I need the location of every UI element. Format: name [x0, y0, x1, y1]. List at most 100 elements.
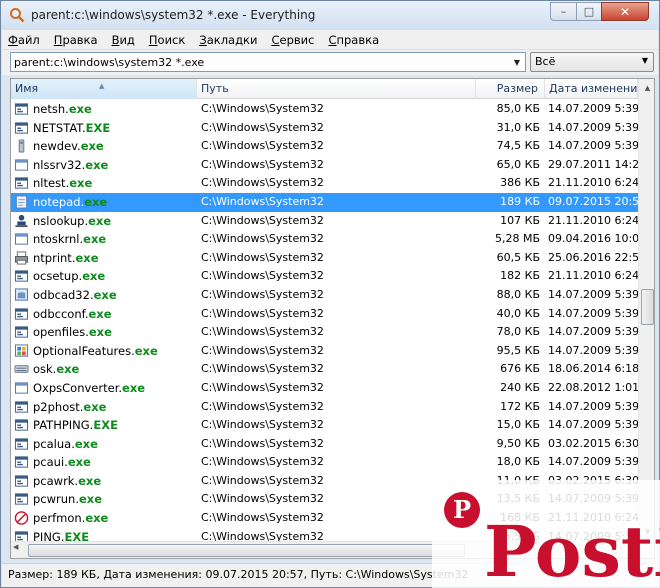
- file-path-cell: C:\Windows\System32: [201, 418, 324, 432]
- file-name-base: netsh.: [33, 102, 69, 116]
- table-row[interactable]: notepad. exe C:\Windows\System32 189 КБ 09.0…: [11, 192, 640, 212]
- column-header-path[interactable]: Путь: [197, 79, 476, 99]
- usb-device-icon: [18, 139, 25, 153]
- table-row[interactable]: nlssrv32. exe C:\Windows\System32 65,0 КБ 29…: [11, 156, 640, 175]
- menu-item-1[interactable]: Правка: [54, 33, 98, 47]
- maximize-icon: □: [583, 5, 595, 18]
- file-name-base: nslookup.: [33, 213, 89, 228]
- file-name-extension: exe: [85, 157, 109, 172]
- table-row[interactable]: ntprint. exe C:\Windows\System32 60,5 КБ 25.…: [11, 249, 640, 268]
- maximize-button[interactable]: □: [576, 2, 602, 21]
- file-path-cell: C:\Windows\System32: [201, 436, 324, 450]
- keyboard-icon: [14, 365, 29, 374]
- file-size-cell: 9,50 КБ: [496, 436, 540, 450]
- file-name-extension: exe: [83, 399, 107, 414]
- scroll-up-icon[interactable]: ▲: [640, 80, 654, 96]
- file-name-extension: exe: [85, 511, 109, 526]
- column-header-date[interactable]: Дата изменения: [545, 79, 644, 99]
- table-row[interactable]: OxpsConverter. exe C:\Windows\System32 240 …: [11, 379, 639, 398]
- menu-item-2[interactable]: Вид: [112, 33, 135, 47]
- table-row[interactable]: pcalua. exe C:\Windows\System32 9,50 КБ 03.0…: [11, 435, 640, 454]
- file-date-cell: 21.11.2010 6:24: [548, 176, 640, 190]
- scroll-right-icon[interactable]: ▶: [629, 543, 634, 551]
- vertical-scroll-thumb[interactable]: [641, 289, 654, 325]
- table-row[interactable]: nltest. exe C:\Windows\System32 386 КБ 21.11…: [11, 174, 640, 193]
- table-row[interactable]: nslookup. exe C:\Windows\System32 107 КБ 21.…: [11, 212, 639, 231]
- search-history-dropdown[interactable]: ▼: [510, 54, 524, 70]
- table-row[interactable]: openfiles. exe C:\Windows\System32 78,0 КБ 1…: [11, 323, 640, 342]
- menu-bar: Файл Правка Вид Поиск Закладки Сервис Справка: [2, 30, 658, 50]
- close-button[interactable]: ✕: [601, 2, 649, 21]
- horizontal-scroll-thumb[interactable]: [28, 544, 465, 557]
- scroll-down-icon[interactable]: ▼: [640, 524, 654, 540]
- file-date-cell: 03.02.2015 6:30: [548, 436, 640, 450]
- column-header-size[interactable]: Размер: [476, 79, 545, 99]
- table-row[interactable]: NETSTAT. EXE C:\Windows\System32 31,0 КБ 14.…: [11, 119, 639, 138]
- scrollbar-corner: [638, 541, 654, 558]
- table-row[interactable]: odbcad32. exe C:\Windows\System32 88,0 КБ 14…: [11, 286, 639, 305]
- search-input[interactable]: [10, 52, 526, 72]
- table-row[interactable]: pcawrk. exe C:\Windows\System32 11,0 КБ 03.0…: [11, 472, 639, 491]
- column-header-name[interactable]: ▲ Имя: [11, 79, 197, 99]
- title-bar[interactable]: parent:c:\windows\system32 *.exe - Every…: [1, 1, 659, 30]
- table-row[interactable]: p2phost. exe C:\Windows\System32 172 КБ 14.0…: [11, 398, 639, 417]
- file-size-cell: 676 КБ: [500, 362, 540, 376]
- file-size-cell: 74,5 КБ: [496, 139, 540, 153]
- file-name-extension: exe: [88, 213, 112, 228]
- vertical-scrollbar[interactable]: ▲ ▼: [638, 79, 654, 541]
- menu-item-0[interactable]: Файл: [8, 33, 40, 47]
- file-name-extension: exe: [78, 473, 102, 488]
- notepad-icon: [15, 195, 28, 209]
- file-path-cell: C:\Windows\System32: [201, 157, 324, 171]
- file-name-base: OxpsConverter.: [33, 380, 123, 395]
- menu-item-3[interactable]: Поиск: [149, 33, 185, 47]
- file-name-extension: exe: [93, 287, 117, 302]
- file-name-extension: exe: [134, 343, 158, 358]
- menu-item-5[interactable]: Сервис: [271, 33, 314, 47]
- file-path-cell: C:\Windows\System32: [201, 325, 324, 339]
- perfmon-icon: [14, 511, 29, 525]
- printer-icon: [14, 251, 29, 265]
- console-icon: [14, 307, 29, 320]
- table-row[interactable]: netsh. exe C:\Windows\System32 85,0 КБ 14.07…: [11, 100, 639, 119]
- table-row[interactable]: PATHPING. EXE C:\Windows\System32 15,0 КБ 14…: [11, 416, 639, 435]
- file-name-base: pcawrk.: [33, 473, 79, 488]
- filter-select[interactable]: Всё ▼: [530, 52, 654, 72]
- file-name-cell: nltest. exe: [14, 174, 197, 192]
- sort-ascending-icon: ▲: [99, 82, 105, 90]
- table-row[interactable]: ntoskrnl. exe C:\Windows\System32 5,28 МБ 09…: [11, 230, 640, 249]
- table-row[interactable]: OptionalFeatures. exe C:\Windows\System32 9…: [11, 342, 639, 361]
- table-row[interactable]: ocsetup. exe C:\Windows\System32 182 КБ 21.1…: [11, 267, 639, 286]
- file-path-cell: C:\Windows\System32: [201, 139, 324, 153]
- database-icon: [14, 288, 29, 301]
- file-date-cell: 14.07.2009 5:39: [548, 325, 640, 339]
- search-bar: ▼ Всё ▼: [2, 50, 658, 75]
- file-path-cell: C:\Windows\System32: [201, 343, 324, 357]
- table-row[interactable]: perfmon. exe C:\Windows\System32 168 КБ 21.1…: [11, 509, 639, 528]
- table-row[interactable]: newdev. exe C:\Windows\System32 74,5 КБ 14.0…: [11, 137, 639, 156]
- file-name-extension: exe: [83, 232, 107, 247]
- console-icon: [14, 270, 29, 282]
- minimize-button[interactable]: –: [550, 2, 577, 21]
- file-name-cell: odbcad32. exe: [14, 286, 197, 304]
- file-path-cell: C:\Windows\System32: [201, 213, 324, 227]
- file-name-base: osk.: [33, 362, 57, 377]
- table-row[interactable]: pcwrun. exe C:\Windows\System32 13,5 КБ 14.0…: [11, 490, 639, 509]
- file-name-base: openfiles.: [33, 325, 89, 340]
- console-icon: [14, 438, 29, 450]
- network-icon: [15, 214, 28, 227]
- scroll-left-icon[interactable]: ◀: [13, 543, 18, 551]
- horizontal-scrollbar[interactable]: ◀ ▶: [11, 541, 638, 558]
- file-path-cell: C:\Windows\System32: [201, 455, 324, 469]
- file-size-cell: 107 КБ: [500, 213, 540, 227]
- file-path-cell: C:\Windows\System32: [201, 306, 324, 320]
- features-icon: [14, 344, 29, 357]
- file-date-cell: 29.07.2011 14:22: [548, 157, 640, 171]
- table-row[interactable]: pcaui. exe C:\Windows\System32 18,0 КБ 14.07…: [11, 453, 639, 472]
- menu-item-4[interactable]: Закладки: [199, 33, 257, 47]
- menu-item-6[interactable]: Справка: [328, 33, 379, 47]
- table-row[interactable]: osk. exe C:\Windows\System32 676 КБ 18.06.20…: [11, 360, 639, 379]
- table-row[interactable]: odbcconf. exe C:\Windows\System32 40,0 КБ 14…: [11, 305, 639, 324]
- file-name-extension: exe: [122, 380, 146, 395]
- console-icon: [14, 493, 29, 506]
